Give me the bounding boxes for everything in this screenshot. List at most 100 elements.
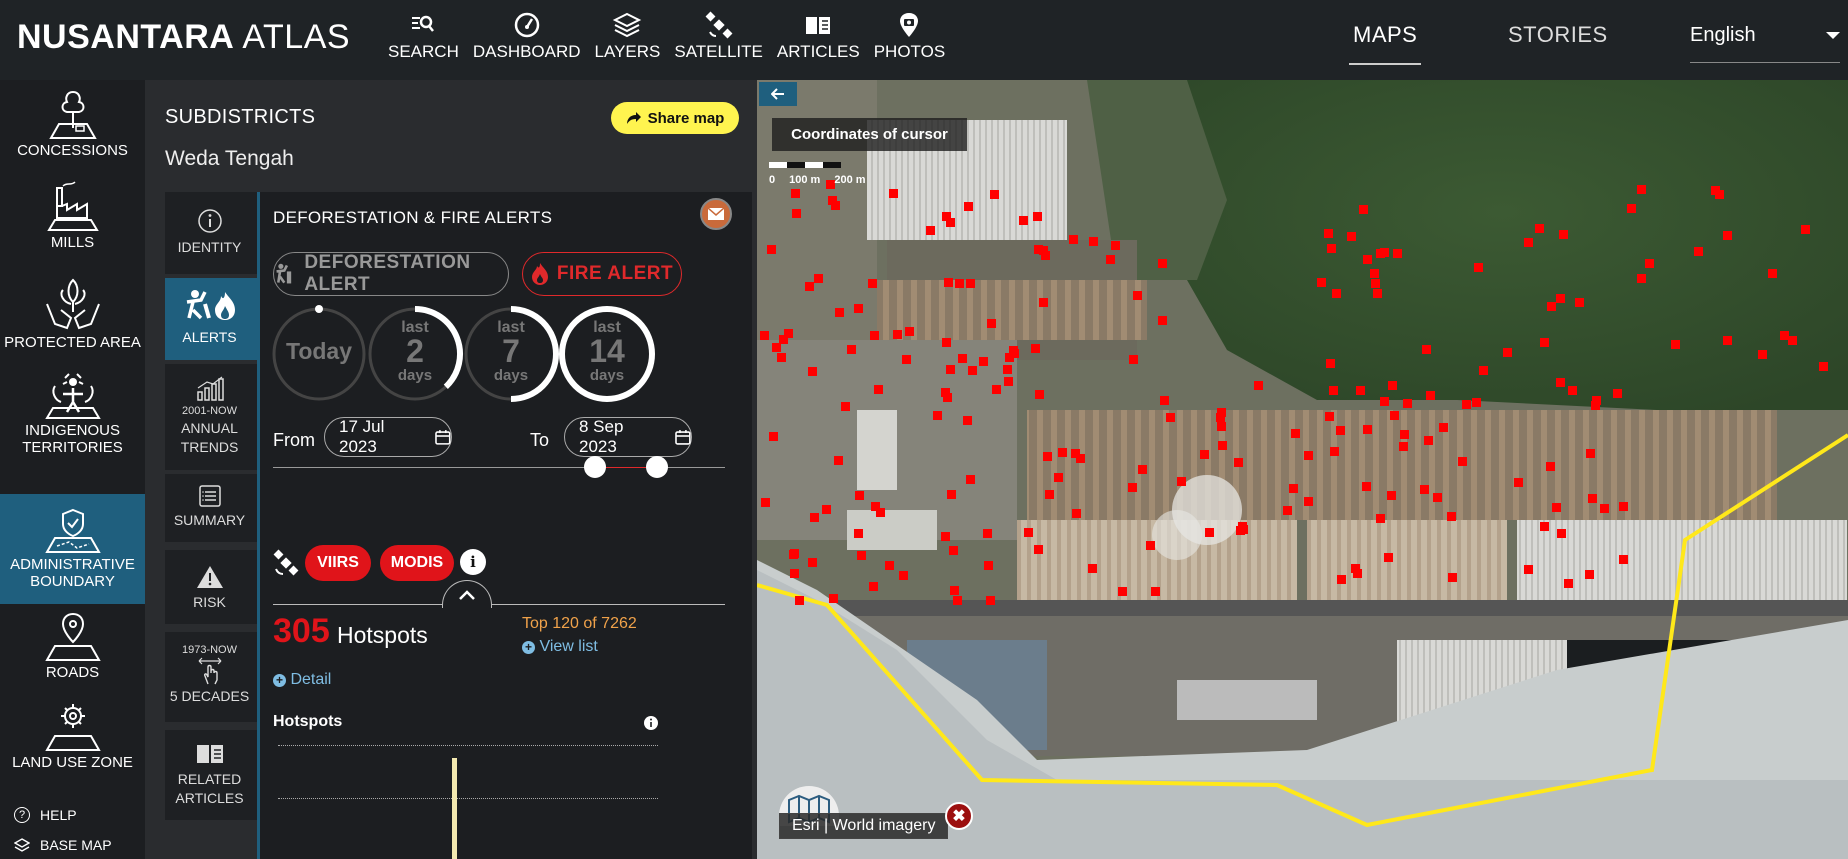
fire-hotspot-marker[interactable] (1329, 386, 1338, 395)
fire-hotspot-marker[interactable] (1330, 447, 1339, 456)
fire-hotspot-marker[interactable] (1033, 212, 1042, 221)
fire-hotspot-marker[interactable] (942, 338, 951, 347)
fire-hotspot-marker[interactable] (871, 502, 880, 511)
sidebar-item-mills[interactable]: MILLS (0, 180, 145, 268)
fire-hotspot-marker[interactable] (1325, 412, 1334, 421)
fire-hotspot-marker[interactable] (1458, 457, 1467, 466)
fire-hotspot-marker[interactable] (984, 561, 993, 570)
fire-hotspot-marker[interactable] (1317, 278, 1326, 287)
fire-hotspot-marker[interactable] (893, 330, 902, 339)
sidebar-item-concessions[interactable]: CONCESSIONS (0, 88, 145, 172)
fire-hotspot-marker[interactable] (1568, 386, 1577, 395)
fire-hotspot-marker[interactable] (1039, 298, 1048, 307)
email-subscribe-button[interactable] (700, 198, 732, 230)
fire-hotspot-marker[interactable] (1351, 564, 1360, 573)
fire-hotspot-marker[interactable] (1304, 497, 1313, 506)
fire-hotspot-marker[interactable] (1019, 216, 1028, 225)
fire-hotspot-marker[interactable] (1535, 224, 1544, 233)
tab-summary[interactable]: SUMMARY (165, 474, 257, 542)
fire-hotspot-marker[interactable] (1166, 413, 1175, 422)
fire-hotspot-marker[interactable] (1283, 506, 1292, 515)
fire-hotspot-marker[interactable] (1613, 389, 1622, 398)
fire-hotspot-marker[interactable] (1393, 249, 1402, 258)
sidebar-item-land-use-zone[interactable]: LAND USE ZONE (0, 700, 145, 790)
fire-hotspot-marker[interactable] (1637, 185, 1646, 194)
fire-hotspot-marker[interactable] (1586, 449, 1595, 458)
fire-hotspot-marker[interactable] (1200, 450, 1209, 459)
fire-hotspot-marker[interactable] (1034, 545, 1043, 554)
fire-hotspot-marker[interactable] (1177, 477, 1186, 486)
fire-hotspot-marker[interactable] (760, 331, 769, 340)
tab-maps[interactable]: MAPS (1348, 22, 1422, 65)
fire-hotspot-marker[interactable] (1552, 503, 1561, 512)
sidebar-item-roads[interactable]: ROADS (0, 610, 145, 700)
range-last-14-days[interactable]: last 14 days (558, 305, 656, 403)
fire-hotspot-marker[interactable] (950, 586, 959, 595)
fire-alert-button[interactable]: FIRE ALERT (522, 252, 682, 296)
sidebar-item-indigenous-territories[interactable]: INDIGENOUS TERRITORIES (0, 372, 145, 464)
fire-hotspot-marker[interactable] (1158, 259, 1167, 268)
fire-hotspot-marker[interactable] (979, 357, 988, 366)
fire-hotspot-marker[interactable] (933, 411, 942, 420)
view-list-link[interactable]: + View list (522, 638, 598, 656)
fire-hotspot-marker[interactable] (769, 432, 778, 441)
tab-stories[interactable]: STORIES (1508, 22, 1608, 48)
fire-hotspot-marker[interactable] (1160, 396, 1169, 405)
fire-hotspot-marker[interactable] (1390, 411, 1399, 420)
fire-hotspot-marker[interactable] (814, 274, 823, 283)
fire-hotspot-marker[interactable] (1371, 279, 1380, 288)
fire-hotspot-marker[interactable] (1780, 331, 1789, 340)
fire-hotspot-marker[interactable] (868, 279, 877, 288)
info-icon[interactable] (643, 715, 659, 731)
fire-hotspot-marker[interactable] (1146, 541, 1155, 550)
fire-hotspot-marker[interactable] (822, 505, 831, 514)
fire-hotspot-marker[interactable] (1041, 251, 1050, 260)
fire-hotspot-marker[interactable] (1363, 255, 1372, 264)
fire-hotspot-marker[interactable] (968, 366, 977, 375)
nav-satellite[interactable]: SATELLITE (674, 10, 763, 62)
fire-hotspot-marker[interactable] (1645, 259, 1654, 268)
fire-hotspot-marker[interactable] (949, 546, 958, 555)
range-last-2-days[interactable]: last 2 days (366, 305, 464, 403)
fire-hotspot-marker[interactable] (1327, 244, 1336, 253)
from-date-picker[interactable]: 17 Jul 2023 (324, 417, 452, 457)
fire-hotspot-marker[interactable] (1447, 512, 1456, 521)
help-button[interactable]: ? HELP (14, 807, 77, 823)
share-map-button[interactable]: Share map (611, 102, 739, 134)
fire-hotspot-marker[interactable] (790, 569, 799, 578)
collapse-button[interactable] (442, 580, 492, 608)
fire-hotspot-marker[interactable] (1151, 587, 1160, 596)
fire-hotspot-marker[interactable] (791, 189, 800, 198)
fire-hotspot-marker[interactable] (792, 209, 801, 218)
fire-hotspot-marker[interactable] (1462, 400, 1471, 409)
fire-hotspot-marker[interactable] (1004, 377, 1013, 386)
fire-hotspot-marker[interactable] (1448, 573, 1457, 582)
fire-hotspot-marker[interactable] (829, 594, 838, 603)
fire-hotspot-marker[interactable] (1399, 442, 1408, 451)
fire-hotspot-marker[interactable] (1387, 491, 1396, 500)
fire-hotspot-marker[interactable] (1291, 429, 1300, 438)
fire-hotspot-marker[interactable] (1118, 587, 1127, 596)
fire-hotspot-marker[interactable] (1400, 430, 1409, 439)
fire-hotspot-marker[interactable] (986, 596, 995, 605)
fire-hotspot-marker[interactable] (966, 475, 975, 484)
fire-hotspot-marker[interactable] (1556, 378, 1565, 387)
fire-hotspot-marker[interactable] (1072, 509, 1081, 518)
fire-hotspot-marker[interactable] (987, 319, 996, 328)
fire-hotspot-marker[interactable] (1133, 291, 1142, 300)
fire-hotspot-marker[interactable] (1128, 483, 1137, 492)
fire-hotspot-marker[interactable] (874, 385, 883, 394)
fire-hotspot-marker[interactable] (847, 345, 856, 354)
fire-hotspot-marker[interactable] (1479, 366, 1488, 375)
fire-hotspot-marker[interactable] (944, 278, 953, 287)
fire-hotspot-marker[interactable] (1043, 452, 1052, 461)
fire-hotspot-marker[interactable] (1336, 426, 1345, 435)
fire-hotspot-marker[interactable] (992, 385, 1001, 394)
fire-hotspot-marker[interactable] (1540, 522, 1549, 531)
fire-hotspot-marker[interactable] (1217, 422, 1226, 431)
to-date-picker[interactable]: 8 Sep 2023 (564, 417, 692, 457)
app-logo[interactable]: NUSANTARA ATLAS (17, 18, 350, 57)
fire-hotspot-marker[interactable] (1524, 565, 1533, 574)
fire-hotspot-marker[interactable] (1433, 493, 1442, 502)
nav-layers[interactable]: LAYERS (595, 10, 660, 62)
